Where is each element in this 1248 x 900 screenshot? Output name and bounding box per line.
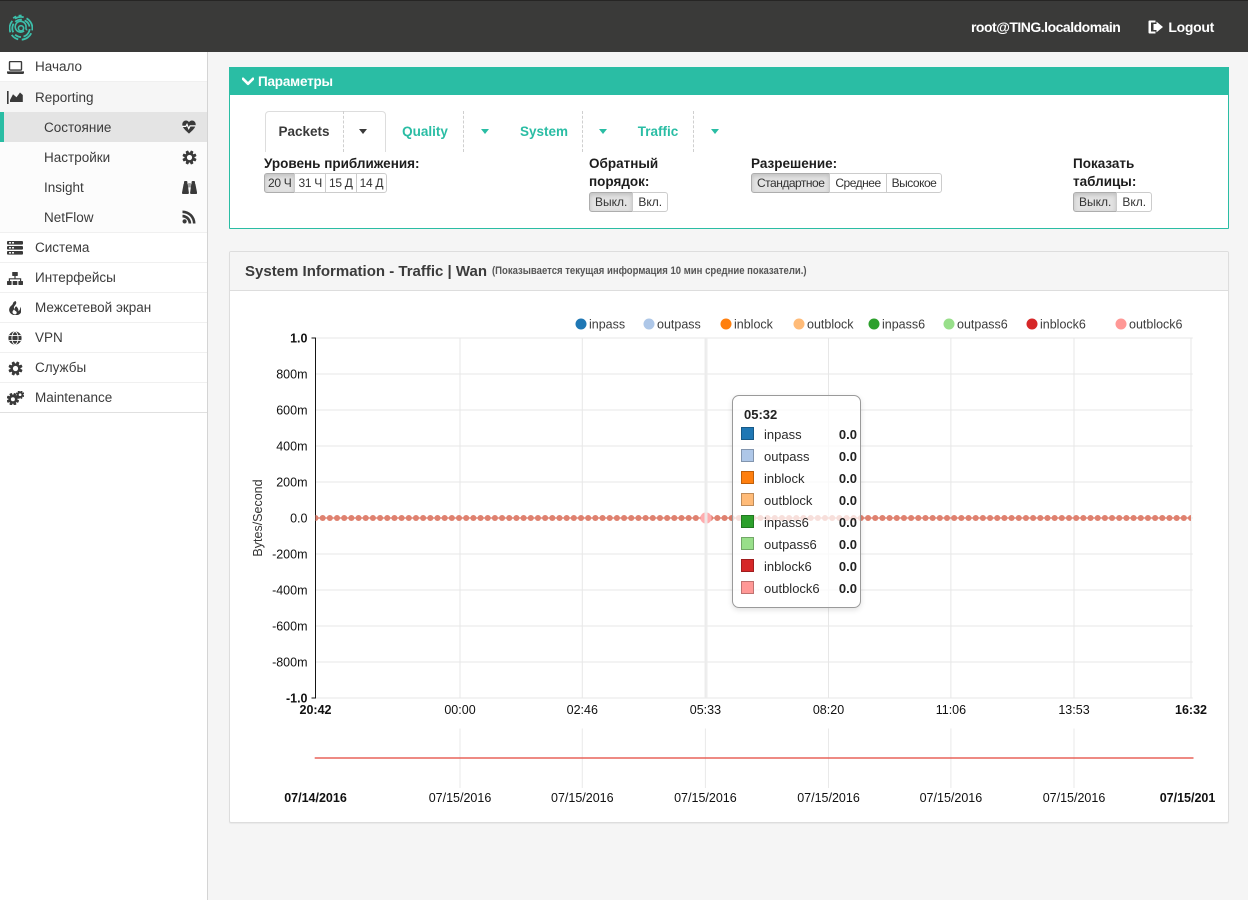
svg-text:16:32: 16:32 [1175, 703, 1207, 717]
svg-text:400m: 400m [276, 440, 307, 454]
svg-text:0.0: 0.0 [290, 512, 307, 526]
svg-text:800m: 800m [276, 368, 307, 382]
svg-text:07/15/2016: 07/15/2016 [429, 791, 492, 805]
svg-text:-600m: -600m [272, 620, 307, 634]
svg-text:13:53: 13:53 [1058, 703, 1089, 717]
svg-text:07/15/2016: 07/15/2016 [797, 791, 860, 805]
svg-text:05:33: 05:33 [690, 703, 721, 717]
svg-text:-400m: -400m [272, 584, 307, 598]
svg-text:07/15/2016: 07/15/2016 [674, 791, 737, 805]
svg-text:11:06: 11:06 [936, 703, 966, 717]
svg-text:outpass6: outpass6 [957, 318, 1008, 332]
svg-text:600m: 600m [276, 404, 307, 418]
svg-text:07/15/2016: 07/15/2016 [551, 791, 614, 805]
svg-text:inpass: inpass [589, 318, 625, 332]
svg-text:inblock: inblock [734, 318, 774, 332]
svg-text:inblock6: inblock6 [1040, 318, 1086, 332]
svg-text:200m: 200m [276, 476, 307, 490]
svg-text:inpass6: inpass6 [882, 318, 925, 332]
svg-text:-800m: -800m [272, 656, 307, 670]
svg-text:outblock: outblock [807, 318, 854, 332]
svg-text:07/15/2016: 07/15/2016 [1043, 791, 1106, 805]
svg-text:outblock6: outblock6 [1129, 318, 1183, 332]
svg-text:02:46: 02:46 [567, 703, 598, 717]
svg-text:20:42: 20:42 [300, 703, 332, 717]
svg-text:Bytes/Second: Bytes/Second [251, 479, 265, 556]
svg-text:1.0: 1.0 [290, 332, 307, 346]
svg-text:outpass: outpass [657, 318, 701, 332]
svg-text:08:20: 08:20 [813, 703, 844, 717]
svg-text:00:00: 00:00 [444, 703, 475, 717]
svg-text:-200m: -200m [272, 548, 307, 562]
svg-text:07/15/2016: 07/15/2016 [1160, 791, 1215, 805]
svg-text:07/14/2016: 07/14/2016 [284, 791, 347, 805]
svg-text:07/15/2016: 07/15/2016 [920, 791, 983, 805]
